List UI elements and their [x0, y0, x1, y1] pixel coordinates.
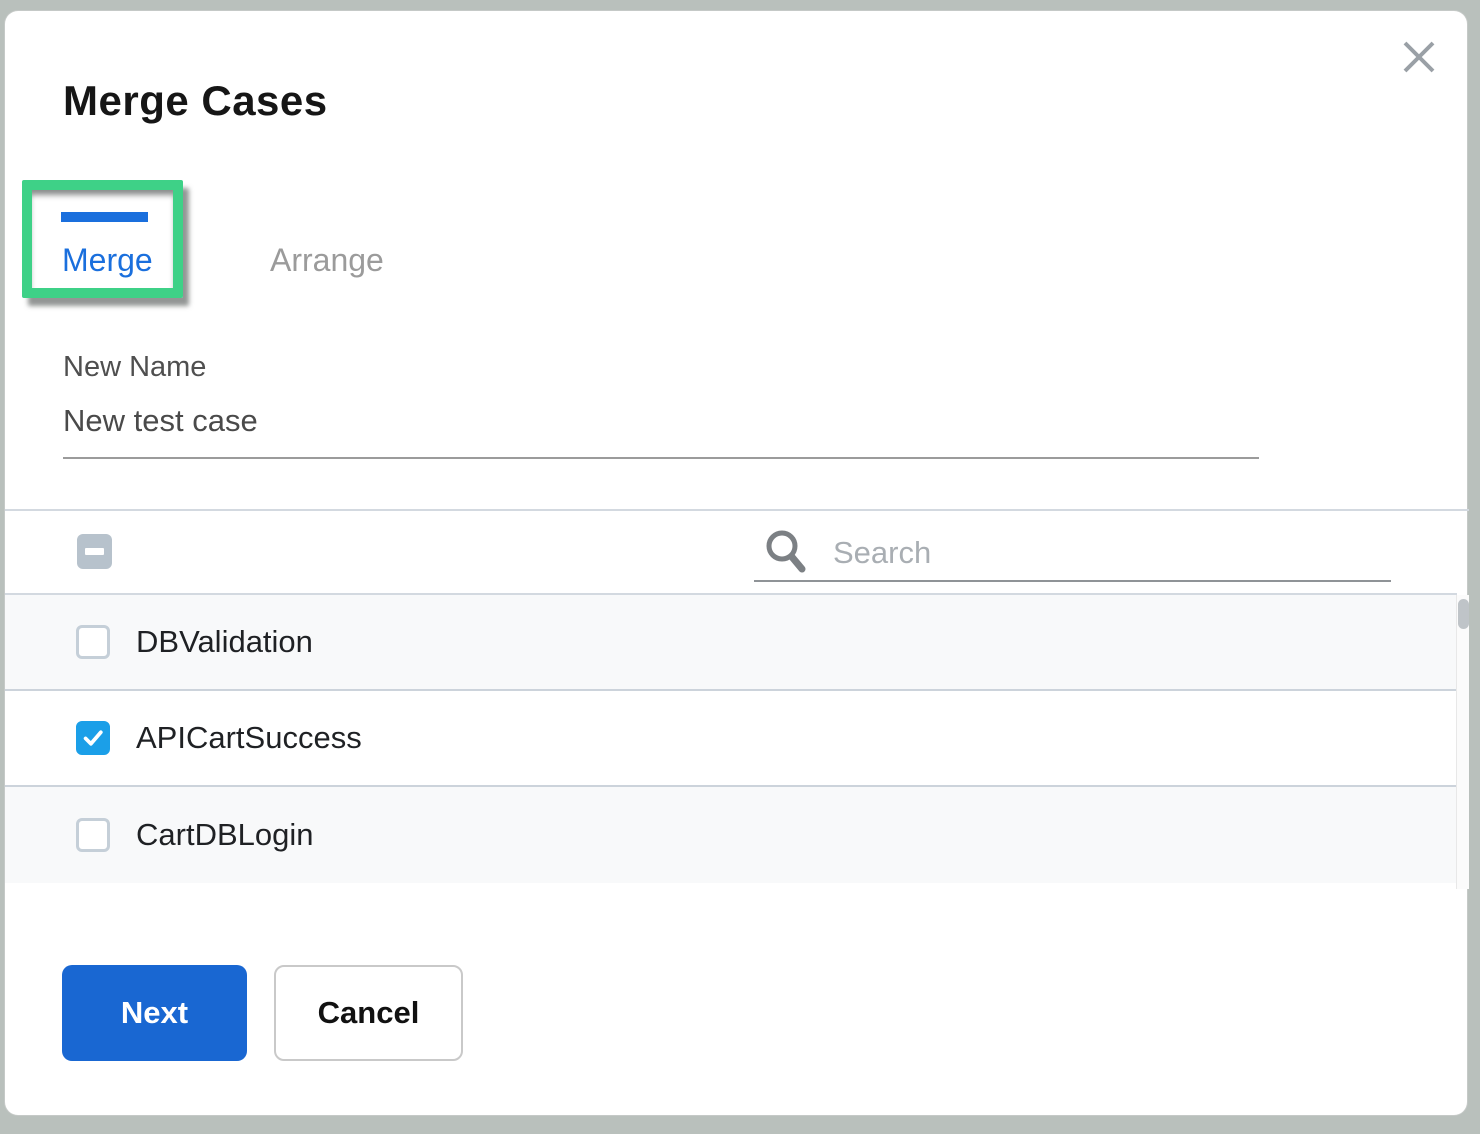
search-input[interactable]	[833, 531, 1383, 575]
checkbox[interactable]	[76, 818, 110, 852]
list-item-cartdblogin[interactable]: CartDBLogin	[5, 787, 1457, 883]
list-item-dbvalidation[interactable]: DBValidation	[5, 595, 1457, 691]
scrollbar-thumb[interactable]	[1458, 599, 1469, 629]
merge-cases-dialog: Merge Cases Merge Arrange New Name DBVal…	[4, 10, 1468, 1116]
close-icon[interactable]	[1397, 35, 1441, 79]
page-title: Merge Cases	[63, 77, 328, 125]
next-button[interactable]: Next	[62, 965, 247, 1061]
list-item-apicartsuccess[interactable]: APICartSuccess	[5, 691, 1457, 787]
annotation-highlight-box	[22, 180, 183, 298]
checkbox[interactable]	[76, 625, 110, 659]
case-label: CartDBLogin	[136, 817, 313, 853]
new-name-input[interactable]	[63, 399, 1259, 459]
cancel-button[interactable]: Cancel	[274, 965, 463, 1061]
tab-arrange[interactable]: Arrange	[270, 242, 384, 279]
test-case-list: DBValidation APICartSuccess CartDBLogin	[5, 595, 1457, 883]
search-icon	[763, 527, 811, 575]
scrollbar-track[interactable]	[1456, 595, 1469, 889]
select-all-checkbox[interactable]	[77, 534, 112, 569]
new-name-label: New Name	[63, 351, 206, 384]
indeterminate-minus-icon	[85, 548, 104, 555]
divider	[5, 509, 1469, 511]
case-label: APICartSuccess	[136, 720, 362, 756]
checkbox[interactable]	[76, 721, 110, 755]
case-label: DBValidation	[136, 624, 313, 660]
search-underline	[754, 580, 1391, 582]
